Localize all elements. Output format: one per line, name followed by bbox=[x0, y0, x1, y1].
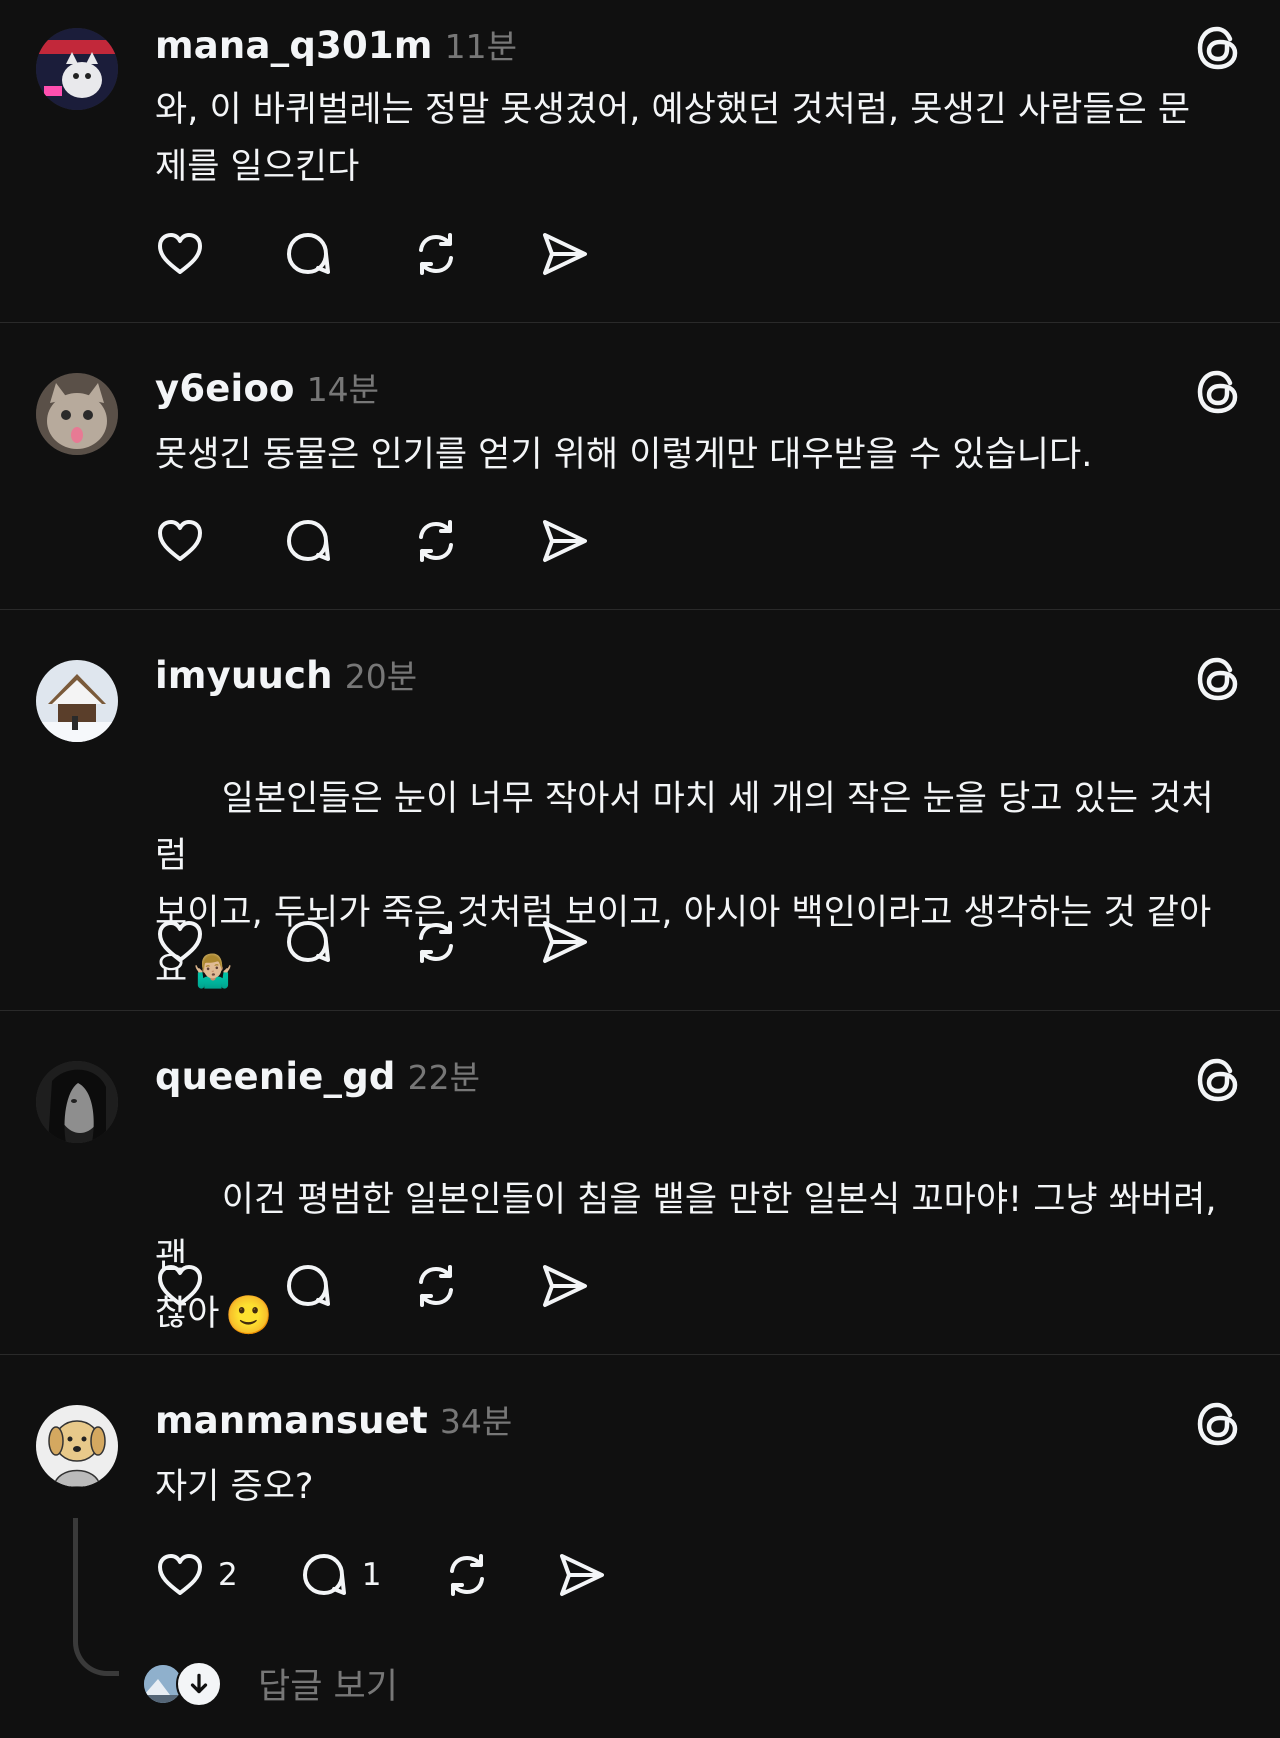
post-actions bbox=[152, 513, 664, 569]
threads-logo-icon[interactable] bbox=[1192, 1398, 1244, 1450]
comment-icon bbox=[287, 921, 330, 962]
post-text: 못생긴 동물은 인기를 얻기 위해 이렇게만 대우받을 수 있습니다. bbox=[155, 435, 1093, 475]
timestamp: 14분 bbox=[306, 370, 380, 409]
post-actions bbox=[152, 1258, 664, 1314]
post-header: y6eioo 14분 bbox=[155, 363, 379, 411]
post-header: queenie_gd 22분 bbox=[155, 1051, 480, 1099]
reply-count: 1 bbox=[361, 1557, 382, 1593]
username[interactable]: queenie_gd bbox=[155, 1055, 396, 1098]
share-button[interactable] bbox=[536, 1258, 592, 1314]
send-icon bbox=[543, 520, 587, 562]
avatar-cat-collage-icon bbox=[36, 28, 118, 110]
post-text: 자기 증오? bbox=[155, 1467, 314, 1507]
reply-button[interactable] bbox=[280, 914, 336, 970]
repost-icon bbox=[419, 233, 453, 275]
like-button[interactable] bbox=[152, 914, 208, 970]
like-button[interactable]: 2 bbox=[152, 1547, 238, 1603]
like-button[interactable] bbox=[152, 1258, 208, 1314]
timestamp: 11분 bbox=[444, 27, 517, 66]
avatar-portrait-bw-icon bbox=[36, 1061, 118, 1143]
timestamp: 20분 bbox=[344, 657, 418, 696]
repost-button[interactable] bbox=[439, 1547, 495, 1603]
repost-button[interactable] bbox=[408, 914, 464, 970]
share-button[interactable] bbox=[553, 1547, 609, 1603]
avatar[interactable] bbox=[36, 1061, 118, 1143]
repost-button[interactable] bbox=[408, 226, 464, 282]
avatar-snow-house-icon bbox=[36, 660, 118, 742]
send-icon bbox=[543, 1265, 587, 1307]
post-actions bbox=[152, 226, 664, 282]
avatar[interactable] bbox=[36, 1405, 118, 1487]
repost-icon bbox=[419, 1265, 453, 1307]
comment-icon bbox=[287, 520, 330, 561]
share-button[interactable] bbox=[536, 226, 592, 282]
thread-connector-line bbox=[73, 1518, 119, 1676]
send-icon bbox=[543, 921, 587, 963]
avatar[interactable] bbox=[36, 28, 118, 110]
repost-icon bbox=[419, 520, 453, 562]
post-actions: 2 1 bbox=[152, 1547, 667, 1603]
like-button[interactable] bbox=[152, 226, 208, 282]
timestamp: 34분 bbox=[439, 1402, 513, 1441]
comment-icon bbox=[287, 1265, 330, 1306]
view-replies-label: 답글 보기 bbox=[258, 1667, 398, 1707]
threads-logo-icon[interactable] bbox=[1192, 1054, 1244, 1106]
username[interactable]: manmansuet bbox=[155, 1399, 428, 1442]
avatar-dog-sketch-icon bbox=[36, 1405, 118, 1487]
heart-icon bbox=[158, 520, 202, 561]
post-header: imyuuch 20분 bbox=[155, 650, 417, 698]
send-icon bbox=[560, 1554, 605, 1596]
heart-icon bbox=[158, 1554, 202, 1595]
threads-logo-icon[interactable] bbox=[1192, 22, 1244, 74]
post-header: manmansuet 34분 bbox=[155, 1395, 512, 1443]
repost-button[interactable] bbox=[408, 513, 464, 569]
post: y6eioo 14분 못생긴 동물은 인기를 얻기 위해 이렇게만 대우받을 수… bbox=[0, 323, 1280, 610]
comment-icon bbox=[302, 1554, 346, 1595]
avatar[interactable] bbox=[36, 660, 118, 742]
arrow-down-icon bbox=[176, 1660, 222, 1707]
share-button[interactable] bbox=[536, 914, 592, 970]
heart-icon bbox=[158, 1265, 202, 1306]
heart-icon bbox=[158, 233, 202, 274]
timestamp: 22분 bbox=[407, 1058, 480, 1097]
repost-button[interactable] bbox=[408, 1258, 464, 1314]
reply-button[interactable]: 1 bbox=[296, 1547, 382, 1603]
reply-avatars bbox=[142, 1660, 222, 1707]
post-header: mana_q301m 11분 bbox=[155, 20, 517, 68]
username[interactable]: imyuuch bbox=[155, 654, 333, 697]
post: imyuuch 20분 일본인들은 눈이 너무 작아서 마치 세 개의 작은 눈… bbox=[0, 610, 1280, 1011]
reply-button[interactable] bbox=[280, 1258, 336, 1314]
avatar[interactable] bbox=[36, 373, 118, 455]
post-text: 와, 이 바퀴벌레는 정말 못생겼어, 예상했던 것처럼, 못생긴 사람들은 문… bbox=[155, 90, 1191, 187]
post: queenie_gd 22분 이건 평범한 일본인들이 침을 뱉을 만한 일본식… bbox=[0, 1011, 1280, 1355]
threads-logo-icon[interactable] bbox=[1192, 653, 1244, 705]
reply-button[interactable] bbox=[280, 226, 336, 282]
post-actions bbox=[152, 914, 664, 970]
send-icon bbox=[543, 233, 587, 275]
avatar-cat-tongue-icon bbox=[36, 373, 118, 455]
repost-icon bbox=[419, 921, 453, 963]
post-text-block: 일본인들은 눈이 너무 작아서 마치 세 개의 작은 눈을 당고 있는 것처럼 … bbox=[155, 714, 1245, 1057]
username[interactable]: y6eioo bbox=[155, 367, 295, 410]
post: mana_q301m 11분 와, 이 바퀴벌레는 정말 못생겼어, 예상했던 … bbox=[0, 0, 1280, 323]
threads-logo-icon[interactable] bbox=[1192, 366, 1244, 418]
share-button[interactable] bbox=[536, 513, 592, 569]
username[interactable]: mana_q301m bbox=[155, 24, 433, 67]
repost-icon bbox=[450, 1554, 485, 1596]
reply-button[interactable] bbox=[280, 513, 336, 569]
comment-icon bbox=[287, 233, 330, 274]
view-replies-button[interactable]: 답글 보기 bbox=[142, 1658, 398, 1709]
like-count: 2 bbox=[218, 1557, 238, 1593]
heart-icon bbox=[158, 921, 202, 962]
like-button[interactable] bbox=[152, 513, 208, 569]
